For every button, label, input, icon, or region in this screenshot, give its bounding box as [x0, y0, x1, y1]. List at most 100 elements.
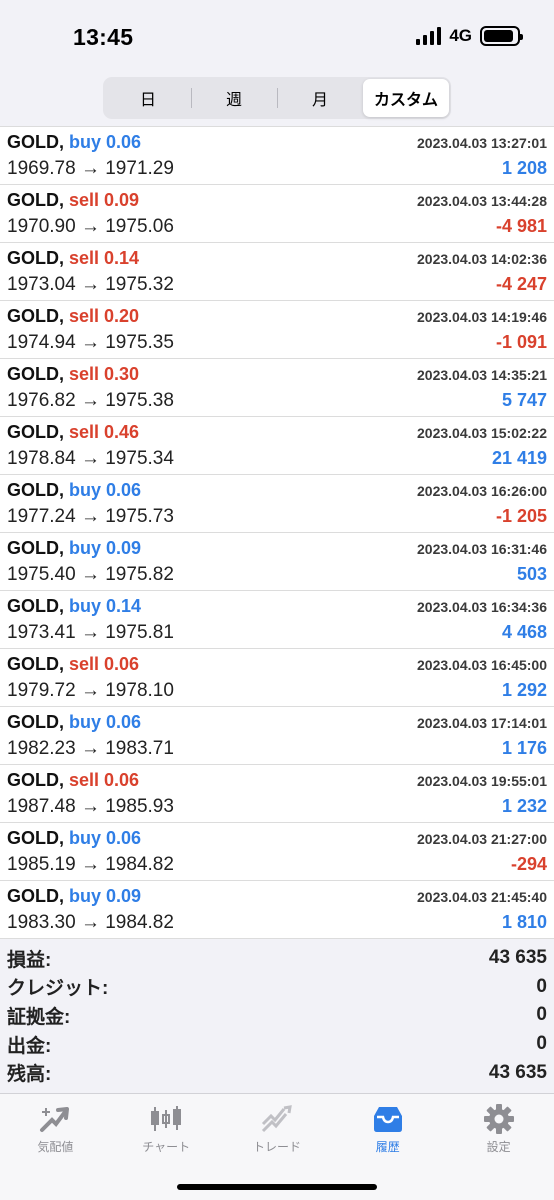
summary-value: 43 635 [488, 1061, 547, 1083]
trade-symbol-line: GOLD, sell 0.30 [7, 364, 139, 385]
trade-row[interactable]: GOLD, sell 0.14 1973.04 → 1975.32 2023.04.0… [0, 243, 554, 301]
trade-row[interactable]: GOLD, buy 0.06 1977.24 → 1975.73 2023.04.03… [0, 475, 554, 533]
quotes-icon [38, 1104, 72, 1134]
trade-row[interactable]: GOLD, sell 0.06 1987.48 → 1985.93 2023.04.0… [0, 765, 554, 823]
trade-side-volume: sell 0.14 [69, 248, 140, 268]
tab-history-label: 履歴 [375, 1140, 400, 1154]
trade-time: 2023.04.03 16:34:36 [417, 599, 547, 615]
trade-row[interactable]: GOLD, buy 0.06 1969.78 → 1971.29 2023.04.03… [0, 127, 554, 185]
trade-side-volume: buy 0.06 [69, 712, 142, 732]
trade-prices: 1970.90 → 1975.06 [7, 216, 174, 237]
signal-icon [416, 27, 442, 45]
trade-side-volume: buy 0.06 [69, 828, 142, 848]
trade-prices: 1982.23 → 1983.71 [7, 738, 174, 759]
trade-side-volume: sell 0.30 [69, 364, 140, 384]
trade-time: 2023.04.03 13:27:01 [417, 135, 547, 151]
trade-symbol-line: GOLD, sell 0.14 [7, 248, 139, 269]
trade-symbol-line: GOLD, buy 0.06 [7, 480, 141, 501]
trade-prices: 1985.19 → 1984.82 [7, 854, 174, 875]
trade-profit: 1 292 [501, 680, 547, 700]
trade-prices: 1973.04 → 1975.32 [7, 274, 174, 295]
trade-symbol: GOLD, [7, 538, 64, 558]
history-icon [371, 1104, 405, 1134]
trade-symbol: GOLD, [7, 306, 64, 326]
trade-row[interactable]: GOLD, sell 0.30 1976.82 → 1975.38 2023.04.0… [0, 359, 554, 417]
trade-history-list: GOLD, buy 0.06 1969.78 → 1971.29 2023.04.03… [0, 126, 554, 939]
trade-symbol-line: GOLD, buy 0.09 [7, 886, 141, 907]
trade-symbol-line: GOLD, buy 0.06 [7, 132, 141, 153]
trade-row[interactable]: GOLD, buy 0.14 1973.41 → 1975.81 2023.04.03… [0, 591, 554, 649]
trade-profit: -294 [510, 854, 547, 874]
trade-row[interactable]: GOLD, buy 0.06 1985.19 → 1984.82 2023.04.03… [0, 823, 554, 881]
trade-prices: 1969.78 → 1971.29 [7, 158, 174, 179]
trade-row[interactable]: GOLD, buy 0.09 1983.30 → 1984.82 2023.04.03… [0, 881, 554, 939]
trade-symbol-line: GOLD, buy 0.06 [7, 828, 141, 849]
trade-symbol: GOLD, [7, 886, 64, 906]
trade-symbol: GOLD, [7, 364, 64, 384]
summary-label: 損益: [7, 949, 52, 971]
period-segmented-control: 日 週 月 カスタム [103, 77, 451, 119]
trade-side-volume: buy 0.06 [69, 132, 142, 152]
trade-time: 2023.04.03 16:45:00 [417, 657, 547, 673]
trade-profit: 4 468 [501, 622, 547, 642]
trade-symbol-line: GOLD, sell 0.09 [7, 190, 139, 211]
trade-row[interactable]: GOLD, sell 0.20 1974.94 → 1975.35 2023.04.0… [0, 301, 554, 359]
trade-symbol: GOLD, [7, 422, 64, 442]
trade-symbol: GOLD, [7, 770, 64, 790]
trade-time: 2023.04.03 14:35:21 [417, 367, 547, 383]
trade-time: 2023.04.03 14:19:46 [417, 309, 547, 325]
home-indicator[interactable] [177, 1184, 377, 1190]
trade-prices: 1977.24 → 1975.73 [7, 506, 174, 527]
trade-prices: 1973.41 → 1975.81 [7, 622, 174, 643]
trade-symbol-line: GOLD, sell 0.46 [7, 422, 139, 443]
trade-symbol: GOLD, [7, 596, 64, 616]
tab-chart-label: チャート [142, 1140, 191, 1154]
trade-row[interactable]: GOLD, sell 0.46 1978.84 → 1975.34 2023.04.0… [0, 417, 554, 475]
status-indicators: 4G [416, 26, 523, 46]
segment-month[interactable]: 月 [277, 79, 363, 117]
trade-profit: 503 [516, 564, 547, 584]
summary-row: 証拠金: 0 [0, 1001, 554, 1030]
trade-time: 2023.04.03 19:55:01 [417, 773, 547, 789]
trade-symbol: GOLD, [7, 248, 64, 268]
trade-profit: 5 747 [501, 390, 547, 410]
trade-symbol-line: GOLD, sell 0.06 [7, 770, 139, 791]
trade-side-volume: sell 0.09 [69, 190, 140, 210]
trade-row[interactable]: GOLD, buy 0.06 1982.23 → 1983.71 2023.04.03… [0, 707, 554, 765]
trade-profit: 1 232 [501, 796, 547, 816]
trade-time: 2023.04.03 14:02:36 [417, 251, 547, 267]
summary-row: 残高: 43 635 [0, 1058, 554, 1087]
trade-side-volume: buy 0.09 [69, 886, 142, 906]
trade-side-volume: sell 0.06 [69, 654, 140, 674]
tab-settings-label: 設定 [486, 1140, 511, 1154]
trade-profit: 1 208 [501, 158, 547, 178]
tab-quotes[interactable]: 気配値 [0, 1094, 111, 1200]
trade-row[interactable]: GOLD, sell 0.09 1970.90 → 1975.06 2023.04.0… [0, 185, 554, 243]
trade-time: 2023.04.03 21:45:40 [417, 889, 547, 905]
segment-custom[interactable]: カスタム [363, 79, 449, 117]
segment-week[interactable]: 週 [191, 79, 277, 117]
trade-symbol-line: GOLD, buy 0.06 [7, 712, 141, 733]
trade-symbol: GOLD, [7, 828, 64, 848]
trade-profit: 1 810 [501, 912, 547, 932]
summary-label: 残高: [7, 1064, 52, 1086]
trade-profit: -1 205 [495, 506, 547, 526]
trade-prices: 1987.48 → 1985.93 [7, 796, 174, 817]
trade-symbol: GOLD, [7, 712, 64, 732]
trade-prices: 1978.84 → 1975.34 [7, 448, 174, 469]
trade-row[interactable]: GOLD, buy 0.09 1975.40 → 1975.82 2023.04.03… [0, 533, 554, 591]
summary-row: 損益: 43 635 [0, 944, 554, 973]
summary-label: 証拠金: [7, 1006, 71, 1028]
trade-symbol-line: GOLD, sell 0.06 [7, 654, 139, 675]
segment-day[interactable]: 日 [105, 79, 191, 117]
tab-bar: 気配値 チャート トレード 履歴 設定 [0, 1093, 554, 1200]
trade-time: 2023.04.03 21:27:00 [417, 831, 547, 847]
trade-prices: 1979.72 → 1978.10 [7, 680, 174, 701]
tab-settings[interactable]: 設定 [443, 1094, 554, 1200]
trade-row[interactable]: GOLD, sell 0.06 1979.72 → 1978.10 2023.04.0… [0, 649, 554, 707]
trade-time: 2023.04.03 16:31:46 [417, 541, 547, 557]
status-time: 13:45 [73, 24, 134, 50]
status-bar: 13:45 4G [0, 0, 554, 72]
trade-time: 2023.04.03 15:02:22 [417, 425, 547, 441]
trade-side-volume: buy 0.14 [69, 596, 142, 616]
